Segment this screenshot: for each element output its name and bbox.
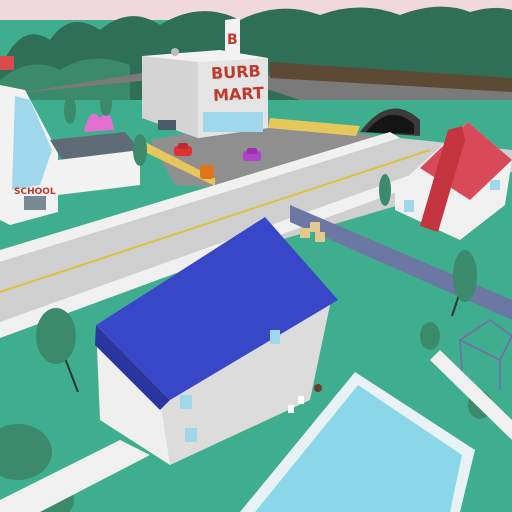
store-sign-line1: BURB bbox=[211, 61, 262, 83]
dumpster bbox=[158, 120, 176, 130]
school-sign: SCHOOL bbox=[14, 187, 56, 197]
bush-right bbox=[420, 322, 440, 350]
flag bbox=[0, 56, 14, 70]
pool-grill bbox=[314, 384, 322, 392]
game-scene: B BURB MART SCHOOL bbox=[0, 0, 512, 512]
store-sign-line2: MART bbox=[213, 83, 265, 105]
tree-right-small bbox=[379, 174, 391, 206]
roof-vent bbox=[171, 48, 179, 56]
store-sign-letter: B bbox=[227, 32, 238, 48]
parked-car-orange bbox=[200, 165, 214, 179]
